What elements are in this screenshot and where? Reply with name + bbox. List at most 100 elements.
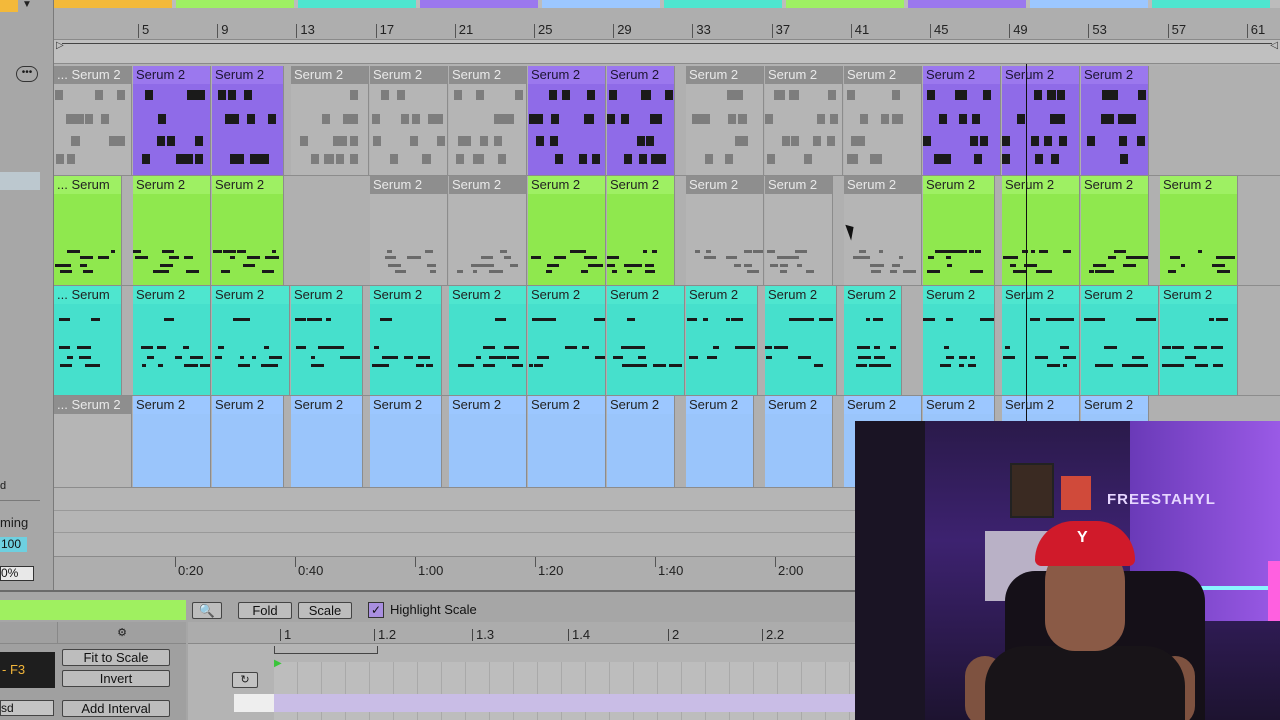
invert-button[interactable]: Invert: [62, 670, 170, 687]
bar-tick-label: 37: [771, 22, 791, 38]
clip[interactable]: Serum 2: [607, 176, 675, 285]
clip[interactable]: Serum 2: [370, 66, 448, 175]
key-display[interactable]: - F3: [0, 652, 55, 688]
clip[interactable]: Serum 2: [449, 176, 527, 285]
clip[interactable]: ... Serum: [54, 286, 122, 395]
selected-track-header[interactable]: [0, 172, 40, 190]
clip[interactable]: Serum 2: [1081, 176, 1149, 285]
time-tick-label: 1:40: [654, 557, 684, 578]
loop-icon[interactable]: ↻: [232, 672, 258, 688]
clip[interactable]: Serum 2: [133, 176, 211, 285]
poster-image: [1010, 463, 1054, 518]
clip[interactable]: Serum 2: [291, 286, 363, 395]
clip[interactable]: Serum 2: [291, 66, 369, 175]
dropdown-arrow-icon[interactable]: ▼: [22, 0, 38, 12]
midi-ruler[interactable]: 1 1.2 1.3 1.4 2 2.2: [188, 622, 855, 644]
clip[interactable]: Serum 2: [765, 176, 833, 285]
clip[interactable]: Serum 2: [133, 286, 211, 395]
track-3[interactable]: ... Serum Serum 2 Serum 2 Serum 2 Serum 2 Ser…: [54, 286, 1280, 396]
clip[interactable]: Serum 2: [1160, 176, 1238, 285]
clip-name: Serum 2: [765, 286, 836, 304]
clip[interactable]: Serum 2: [844, 176, 922, 285]
clip[interactable]: Serum 2: [528, 176, 606, 285]
clip-notes: [528, 304, 605, 395]
clip[interactable]: ... Serum 2: [54, 396, 132, 487]
clip[interactable]: Serum 2: [686, 286, 758, 395]
clip[interactable]: Serum 2: [1081, 66, 1149, 175]
clip[interactable]: Serum 2: [212, 66, 284, 175]
clip[interactable]: Serum 2: [923, 176, 995, 285]
track-label: d: [0, 480, 7, 492]
clip-loop-brace[interactable]: [274, 646, 378, 654]
clip[interactable]: Serum 2: [844, 286, 902, 395]
clip-notes: [370, 414, 441, 487]
clip[interactable]: Serum 2: [370, 286, 442, 395]
midi-ruler-label: 2: [667, 627, 680, 642]
clip-color-bar[interactable]: [0, 600, 186, 620]
clip-name: Serum 2: [291, 286, 362, 304]
clip[interactable]: Serum 2: [765, 286, 837, 395]
clip-notes: [1160, 194, 1237, 285]
clip-name: ... Serum 2: [54, 66, 131, 84]
groove-value[interactable]: 100: [0, 537, 27, 552]
clip[interactable]: Serum 2: [765, 396, 833, 487]
clip[interactable]: Serum 2: [1160, 286, 1238, 395]
clip[interactable]: Serum 2: [686, 66, 764, 175]
overview-strip[interactable]: [54, 0, 1280, 8]
clip[interactable]: Serum 2: [212, 396, 284, 487]
fit-to-scale-button[interactable]: Fit to Scale: [62, 649, 170, 666]
clip[interactable]: Serum 2: [133, 66, 211, 175]
clip[interactable]: Serum 2: [607, 396, 675, 487]
clip[interactable]: Serum 2: [291, 396, 363, 487]
midi-note-editor[interactable]: 1 1.2 1.3 1.4 2 2.2 ↻ ▶: [188, 622, 855, 720]
clip-name: Serum 2: [1160, 286, 1237, 304]
clip[interactable]: Serum 2: [370, 396, 442, 487]
fold-button[interactable]: Fold: [238, 602, 292, 619]
clip[interactable]: Serum 2: [528, 286, 606, 395]
clip[interactable]: Serum 2: [1002, 176, 1080, 285]
clip[interactable]: Serum 2: [370, 176, 448, 285]
start-marker-icon[interactable]: ▶: [274, 658, 282, 669]
clip[interactable]: Serum 2: [1002, 66, 1080, 175]
clip[interactable]: Serum 2: [528, 396, 606, 487]
clip[interactable]: Serum 2: [1002, 286, 1080, 395]
clip-notes: [1081, 194, 1148, 285]
loop-end-icon[interactable]: ◁: [1270, 40, 1278, 51]
search-button[interactable]: 🔍: [192, 602, 222, 619]
fold-button[interactable]: [0, 0, 18, 12]
track-1[interactable]: ... Serum 2 Serum 2 Serum 2 Serum 2 Serum 2S…: [54, 66, 1280, 176]
clip[interactable]: Serum 2: [133, 396, 211, 487]
scale-button[interactable]: Scale: [298, 602, 352, 619]
clip-name: Serum 2: [686, 66, 763, 84]
clip[interactable]: Serum 2: [212, 286, 290, 395]
clip-notes: [607, 194, 674, 285]
clip[interactable]: Serum 2: [528, 66, 606, 175]
clip[interactable]: ... Serum: [54, 176, 122, 285]
clip[interactable]: Serum 2: [765, 66, 843, 175]
clip-notes: [1002, 304, 1079, 395]
highlight-scale-checkbox[interactable]: ✓: [368, 602, 384, 618]
clip[interactable]: Serum 2: [607, 66, 675, 175]
clip[interactable]: Serum 2: [449, 66, 527, 175]
more-options-icon[interactable]: •••: [16, 66, 38, 82]
bar-ruler[interactable]: 5 9 13 17 21 25 29 33 37 41 45 49 53 57 61: [54, 0, 1280, 40]
bar-tick-label: 25: [533, 22, 553, 38]
clip[interactable]: Serum 2: [449, 286, 527, 395]
clip[interactable]: Serum 2: [607, 286, 685, 395]
clip[interactable]: Serum 2: [212, 176, 284, 285]
loop-start-icon[interactable]: ▷: [56, 40, 64, 51]
track-2[interactable]: ... Serum Serum 2 Serum 2 Serum 2 Serum 2 Ser…: [54, 176, 1280, 286]
clip[interactable]: Serum 2: [1081, 286, 1159, 395]
clip[interactable]: Serum 2: [923, 66, 1001, 175]
clip[interactable]: Serum 2: [686, 176, 764, 285]
add-interval-button[interactable]: Add Interval: [62, 700, 170, 717]
clip[interactable]: Serum 2: [449, 396, 527, 487]
piano-key[interactable]: [234, 694, 274, 712]
clip[interactable]: Serum 2: [686, 396, 754, 487]
percent-field[interactable]: 0%: [0, 566, 34, 581]
clip[interactable]: ... Serum 2: [54, 66, 132, 175]
clip[interactable]: Serum 2: [923, 286, 995, 395]
clip[interactable]: Serum 2: [844, 66, 922, 175]
loop-bar[interactable]: ▷ ◁: [54, 40, 1280, 64]
interval-field[interactable]: sd: [0, 700, 54, 716]
